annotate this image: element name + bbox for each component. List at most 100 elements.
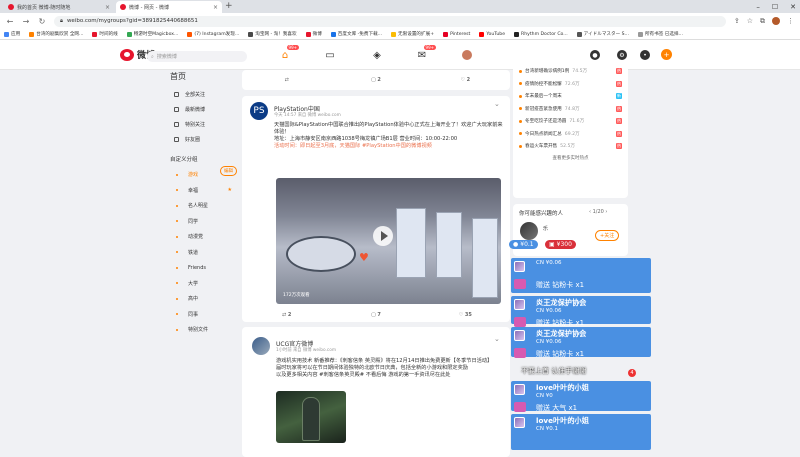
sidebar-item[interactable]: 全部关注 <box>162 87 238 102</box>
more-icon[interactable]: • <box>640 50 650 60</box>
forward-icon[interactable]: → <box>22 17 30 26</box>
edit-groups-button[interactable]: 编辑 <box>220 166 237 176</box>
bookmark-item[interactable]: YouTube <box>479 31 505 37</box>
settings-icon[interactable]: ⚙ <box>617 50 627 60</box>
bookmark-item[interactable]: 时间的线 <box>92 31 118 37</box>
close-tab-icon[interactable]: × <box>105 4 110 11</box>
follow-button[interactable]: +关注 <box>595 230 620 241</box>
group-item[interactable]: 幸福 ★ <box>162 183 238 199</box>
repost-button[interactable]: ⇄ <box>242 77 331 83</box>
compose-button[interactable]: + <box>661 49 672 60</box>
nav-hot[interactable]: ◈ <box>369 48 385 62</box>
sidebar-item[interactable]: 好友圈 <box>162 132 238 147</box>
messages-badge: 99+ <box>423 45 436 50</box>
bookmark-item[interactable]: Rhythm Doctor Co... <box>514 31 568 37</box>
video-icon: ▭ <box>325 49 335 61</box>
profile-avatar[interactable] <box>772 17 780 25</box>
group-item[interactable]: 特别文件 <box>162 322 238 338</box>
browser-tab-active[interactable]: 微博 - 网页 - 微博 × <box>116 1 222 13</box>
maximize-icon[interactable]: ☐ <box>772 3 778 11</box>
sidebar-item-icon <box>174 122 179 127</box>
nav-messages[interactable]: ✉ 99+ <box>414 45 436 62</box>
repost-button[interactable]: ⇄ 2 <box>242 312 331 318</box>
heart-icon: ♥ <box>359 251 369 264</box>
bookmark-item[interactable]: 百度文库 -免费下载... <box>330 31 382 37</box>
sidebar-item-icon <box>174 92 179 97</box>
bullet-icon <box>519 107 522 111</box>
bookmark-item[interactable]: アイドルマスター S... <box>576 31 629 37</box>
like-button[interactable]: ♡ 2 <box>421 77 510 83</box>
gift-amount: CN ¥0.06 <box>536 308 562 314</box>
chevron-down-icon[interactable]: ⌄ <box>494 335 500 343</box>
sidebar-item[interactable]: 特别关注 <box>162 117 238 132</box>
like-button[interactable]: ♡ 35 <box>421 312 510 318</box>
hot-badge: 热 <box>616 105 622 112</box>
back-icon[interactable]: ← <box>6 17 14 26</box>
group-item[interactable]: 同学 <box>162 214 238 230</box>
group-item[interactable]: Friends <box>162 260 238 276</box>
post-image[interactable] <box>276 391 346 443</box>
minimize-icon[interactable]: – <box>756 3 760 11</box>
comment-button[interactable]: ▢ 7 <box>331 312 420 318</box>
group-item[interactable]: 动漫党 <box>162 229 238 245</box>
group-item[interactable]: 铁道 <box>162 245 238 261</box>
gift-card: 炎王龙保护协会 CN ¥0.06 赠送 钻粉卡 x1 <box>511 327 651 358</box>
browser-tab[interactable]: 我的首页 微博-随时随地 × <box>4 1 114 13</box>
bullet-icon <box>176 235 178 238</box>
comment-button[interactable]: ▢ 2 <box>331 77 420 83</box>
suggested-user-name[interactable]: 乐 <box>543 225 548 232</box>
more-hot-link[interactable]: 查看更多实时热点 <box>513 153 628 161</box>
hot-item[interactable]: 疫情防控不能松懈 72.6万热 <box>513 78 628 91</box>
bookmark-icon <box>187 31 193 37</box>
bookmark-item[interactable]: Pinterest <box>443 31 470 37</box>
suggested-user-avatar[interactable] <box>520 222 538 240</box>
close-tab-icon[interactable]: × <box>213 4 218 11</box>
hot-item[interactable]: 新冠疫苗紧急使用 74.8万热 <box>513 103 628 116</box>
extensions-icon[interactable]: ⧉ <box>760 17 765 26</box>
play-icon[interactable] <box>373 226 393 246</box>
bookmark-item[interactable]: 畅游时空Magicbox... <box>126 31 178 37</box>
gifter-name: 炎王龙保护协会 <box>536 329 587 338</box>
sidebar-item[interactable]: 最新微博 <box>162 102 238 117</box>
bookmark-item[interactable]: 微博 <box>305 31 322 37</box>
new-tab-icon[interactable]: + <box>225 1 233 12</box>
post-text: 天猫国际&PlayStation中国联合推出的PlayStation体验中心正式… <box>274 122 503 149</box>
share-icon[interactable]: ⇪ <box>734 17 740 25</box>
group-item[interactable]: 同事 <box>162 307 238 323</box>
author-avatar[interactable] <box>252 337 270 355</box>
hot-item[interactable]: 春运火车票开售 52.5万热 <box>513 140 628 153</box>
bullet-icon <box>519 119 522 123</box>
url-field[interactable]: 🔒︎ weibo.com/mygroups?gid=38918254406886… <box>54 15 726 27</box>
nav-home[interactable]: ⌂ 99+ <box>277 45 299 62</box>
nav-profile[interactable] <box>459 48 475 62</box>
bookmark-item[interactable]: (7) Instagram发现... <box>187 31 239 37</box>
playstation-icon: PS <box>253 106 265 116</box>
bullet-icon <box>176 328 178 331</box>
suggest-pager[interactable]: ‹ 1/20 › <box>589 209 607 215</box>
hot-item[interactable]: 今日热点新闻汇总 69.2万热 <box>513 128 628 141</box>
chevron-down-icon[interactable]: ⌄ <box>494 100 500 108</box>
bookmark-item[interactable]: 台湾的剧集欣赏 全网... <box>29 31 83 37</box>
group-item[interactable]: 名人明星 <box>162 198 238 214</box>
notifications-icon[interactable]: ● <box>590 50 600 60</box>
star-icon[interactable]: ☆ <box>747 17 753 25</box>
gift-amount: CN ¥0.1 <box>536 426 558 432</box>
menu-icon[interactable]: ⋮ <box>787 17 794 25</box>
bookmark-item[interactable]: 淘宝网 - 淘！我喜欢 <box>248 31 297 37</box>
reload-icon[interactable]: ↻ <box>38 17 46 26</box>
bookmark-item[interactable]: 应用 <box>4 31 20 37</box>
nav-video[interactable]: ▭ <box>322 48 338 62</box>
hot-item[interactable]: 年末最后一个周末新 <box>513 90 628 103</box>
close-window-icon[interactable]: ✕ <box>790 3 796 11</box>
group-item[interactable]: 高中 <box>162 291 238 307</box>
bookmark-item[interactable]: 无限设置的扩展+ <box>391 31 434 37</box>
bookmark-item[interactable]: 所有书签 已选择... <box>637 31 683 37</box>
author-avatar[interactable]: PS <box>250 102 268 120</box>
hot-item[interactable]: 台湾新增确诊病例1例 74.5万热 <box>513 65 628 78</box>
search-input[interactable]: ⌕ 搜索微博 <box>147 51 247 62</box>
weibo-eye-icon <box>120 48 134 61</box>
group-item[interactable]: 大学 <box>162 276 238 292</box>
hot-item[interactable]: 冬至吃饺子还是汤圆 71.6万热 <box>513 115 628 128</box>
weibo-favicon-icon <box>8 4 14 10</box>
home-icon: ⌂ <box>281 49 289 61</box>
